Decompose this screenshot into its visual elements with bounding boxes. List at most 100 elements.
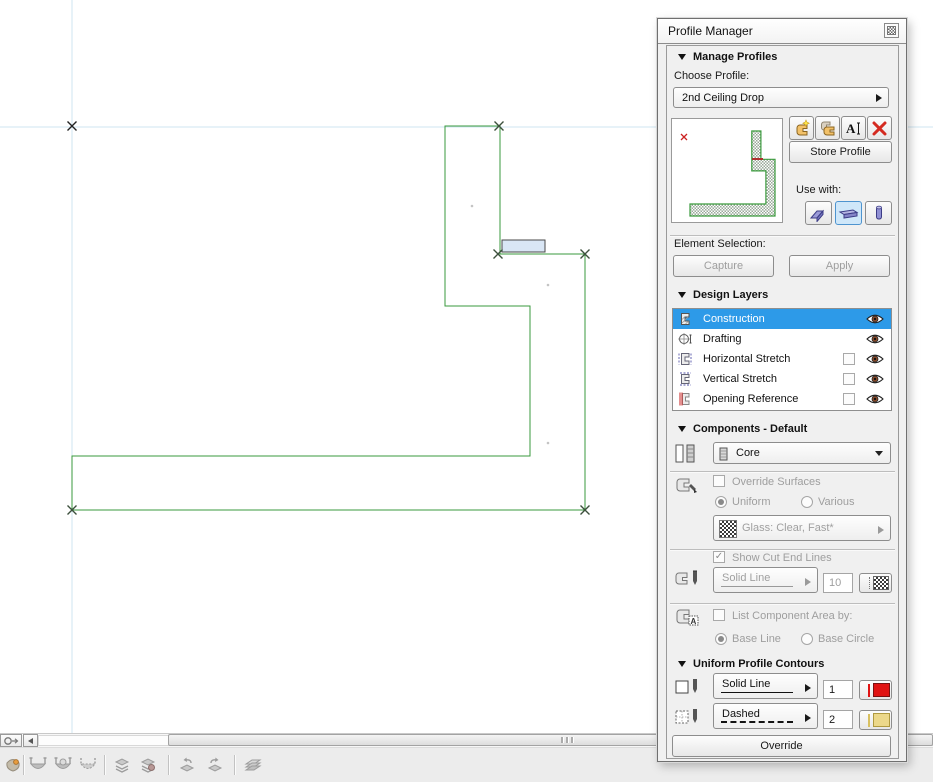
inner-contour-swatch — [872, 713, 890, 727]
layer-name: Horizontal Stretch — [703, 353, 791, 365]
selection-rectangle[interactable] — [501, 239, 546, 253]
layer-row[interactable]: Construction — [673, 309, 891, 329]
hull-icon-anchor[interactable] — [53, 755, 73, 775]
inner-contour-line-select[interactable]: Dashed — [713, 703, 818, 729]
component-select[interactable]: Core — [713, 442, 891, 464]
layer-redo-arrow-icon[interactable] — [205, 755, 225, 775]
separator — [670, 471, 895, 472]
separator — [670, 549, 895, 550]
layer-row[interactable]: Drafting — [673, 329, 891, 349]
column-icon — [875, 205, 882, 220]
section-uniform-profile-contours[interactable]: Uniform Profile Contours — [669, 655, 896, 672]
layer-name: Vertical Stretch — [703, 373, 777, 385]
inner-contour-pen-icon — [675, 709, 697, 724]
layer-row[interactable]: Opening Reference — [673, 389, 891, 409]
layer-stack-colored-icon[interactable] — [138, 755, 158, 775]
cut-pen-input[interactable]: 10 — [823, 573, 853, 593]
line-sample — [721, 721, 793, 723]
section-components[interactable]: Components - Default — [669, 420, 896, 437]
line-sample — [721, 692, 793, 693]
override-button[interactable]: Override — [672, 735, 891, 757]
surface-select[interactable]: Glass: Clear, Fast* — [713, 515, 891, 541]
sheet-stack-icon[interactable] — [243, 755, 263, 775]
capture-label: Capture — [703, 260, 744, 272]
cut-line-type-value: Solid Line — [722, 572, 771, 584]
element-selection-label: Element Selection: — [674, 238, 766, 250]
section-title: Uniform Profile Contours — [693, 657, 825, 670]
hull-icon-dashed[interactable] — [78, 755, 98, 775]
dialog-title: Profile Manager — [668, 24, 753, 38]
profile-polygon[interactable] — [71, 125, 586, 511]
scrollbar-grip-icon — [561, 737, 574, 743]
inner-contour-color-button[interactable] — [859, 710, 892, 730]
list-component-area-checkbox[interactable] — [713, 609, 725, 621]
inner-contour-pen-input[interactable]: 2 — [823, 710, 853, 729]
layer-row[interactable]: Vertical Stretch — [673, 369, 891, 389]
section-manage-profiles[interactable]: Manage Profiles — [669, 48, 896, 65]
eye-icon[interactable] — [865, 313, 885, 325]
show-cut-end-lines-checkbox[interactable]: ✓ — [713, 551, 725, 563]
quick-options-icon[interactable] — [3, 755, 23, 775]
dialog-titlebar[interactable]: Profile Manager — [658, 19, 906, 44]
layer-name: Drafting — [703, 333, 742, 345]
core-component-icon — [719, 447, 728, 461]
surface-swatch — [719, 520, 737, 538]
various-label: Various — [818, 496, 855, 508]
popup-arrow-icon — [878, 526, 884, 534]
outer-contour-swatch — [872, 683, 890, 697]
svg-text:A: A — [691, 617, 697, 626]
new-profile-button[interactable] — [789, 116, 814, 140]
scroll-left-button[interactable] — [23, 734, 38, 747]
layer-icon-opening-reference — [677, 391, 693, 407]
hotspot-dot — [470, 204, 474, 208]
cut-line-type-select[interactable]: Solid Line — [713, 567, 818, 593]
override-surfaces-label: Override Surfaces — [732, 476, 821, 488]
profile-select[interactable]: 2nd Ceiling Drop — [673, 87, 889, 108]
use-with-wall-button[interactable] — [805, 201, 832, 225]
various-radio[interactable] — [801, 496, 813, 508]
use-with-label: Use with: — [796, 184, 842, 196]
layer-stack-icon[interactable] — [112, 755, 132, 775]
outer-contour-color-button[interactable] — [859, 680, 892, 700]
layer-checkbox[interactable] — [843, 373, 855, 385]
apply-button[interactable]: Apply — [789, 255, 890, 277]
collapse-triangle-icon — [678, 660, 686, 667]
use-with-column-button[interactable] — [865, 201, 892, 225]
close-button[interactable] — [884, 23, 899, 38]
section-title: Components - Default — [693, 422, 808, 435]
cut-pen-color-button[interactable] — [859, 573, 892, 593]
layer-checkbox[interactable] — [843, 393, 855, 405]
eye-icon[interactable] — [865, 373, 885, 385]
cut-end-line-pen-icon — [675, 570, 697, 585]
delete-profile-button[interactable] — [867, 116, 892, 140]
apply-label: Apply — [825, 260, 854, 272]
pan-zoom-corner-button[interactable] — [0, 734, 22, 747]
eye-icon[interactable] — [865, 333, 885, 345]
duplicate-profile-button[interactable] — [815, 116, 840, 140]
capture-button[interactable]: Capture — [673, 255, 774, 277]
outer-contour-line-select[interactable]: Solid Line — [713, 673, 818, 699]
store-profile-button[interactable]: Store Profile — [789, 141, 892, 163]
layer-undo-arrow-icon[interactable] — [177, 755, 197, 775]
pen-stripe — [862, 713, 870, 727]
base-line-radio[interactable] — [715, 633, 727, 645]
cut-pen-swatch — [873, 576, 889, 590]
component-select-icon — [675, 444, 695, 463]
use-with-beam-button[interactable] — [835, 201, 862, 225]
design-layers-list[interactable]: Construction Drafting Horizontal Stretch Ve… — [672, 308, 892, 411]
outer-contour-pen-input[interactable]: 1 — [823, 680, 853, 699]
cut-pen-value: 10 — [829, 577, 842, 589]
rename-profile-button[interactable]: A — [841, 116, 866, 140]
override-surfaces-checkbox[interactable] — [713, 475, 725, 487]
layer-row[interactable]: Horizontal Stretch — [673, 349, 891, 369]
wall-icon — [809, 209, 824, 222]
profile-preview — [671, 118, 783, 223]
hull-icon-solid[interactable] — [28, 755, 48, 775]
uniform-radio[interactable] — [715, 496, 727, 508]
base-circle-radio[interactable] — [801, 633, 813, 645]
eye-icon[interactable] — [865, 393, 885, 405]
layer-checkbox[interactable] — [843, 353, 855, 365]
inner-contour-line-value: Dashed — [722, 708, 760, 720]
eye-icon[interactable] — [865, 353, 885, 365]
section-design-layers[interactable]: Design Layers — [669, 286, 896, 303]
